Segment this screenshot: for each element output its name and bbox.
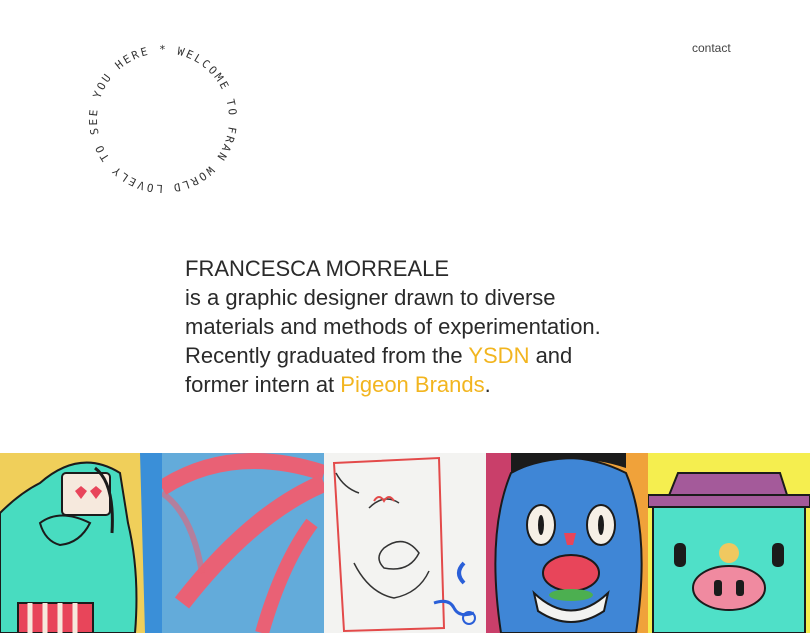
intro-line-4: former intern at Pigeon Brands. (185, 370, 655, 399)
intro-text: FRANCESCA MORREALE is a graphic designer… (185, 254, 655, 399)
welcome-badge: LOVELY TO SEE YOU HERE * WELCOME TO FRAN… (78, 43, 239, 198)
ysdn-link[interactable]: YSDN (468, 343, 529, 368)
contact-link[interactable]: contact (692, 41, 731, 55)
pink-brushstroke-on-blue-illustration (162, 453, 324, 633)
designer-name: FRANCESCA MORREALE (185, 256, 450, 281)
intro-line-4-suffix: . (484, 372, 491, 397)
intro-line-2: materials and methods of experimentation… (185, 314, 601, 339)
badge-circular-text: LOVELY TO SEE YOU HERE * WELCOME TO FRAN… (78, 43, 239, 198)
heart-eyes-character-illustration (0, 453, 162, 633)
blue-monster-eating-illustration (486, 453, 648, 633)
gallery-tile-4[interactable] (486, 453, 648, 633)
intro-line-3-prefix: Recently graduated from the (185, 343, 469, 368)
svg-text:LOVELY TO SEE YOU HERE * WELCO: LOVELY TO SEE YOU HERE * WELCOME TO FRAN… (78, 43, 239, 198)
intro-line-4-prefix: former intern at (185, 372, 341, 397)
gallery-tile-2[interactable] (162, 453, 324, 633)
pigeon-brands-link[interactable]: Pigeon Brands (340, 372, 484, 397)
intro-line-3-suffix: and (529, 343, 573, 368)
gallery-tile-5[interactable] (648, 453, 810, 633)
disco-sketch-illustration (324, 453, 486, 633)
intro-line-3: Recently graduated from the YSDN and (185, 341, 655, 370)
project-gallery (0, 453, 810, 633)
circular-text-logo: LOVELY TO SEE YOU HERE * WELCOME TO FRAN… (78, 43, 239, 198)
gallery-tile-3[interactable] (324, 453, 486, 633)
pink-nose-character-illustration (648, 453, 810, 633)
gallery-tile-1[interactable] (0, 453, 162, 633)
intro-line-1: is a graphic designer drawn to diverse (185, 285, 556, 310)
